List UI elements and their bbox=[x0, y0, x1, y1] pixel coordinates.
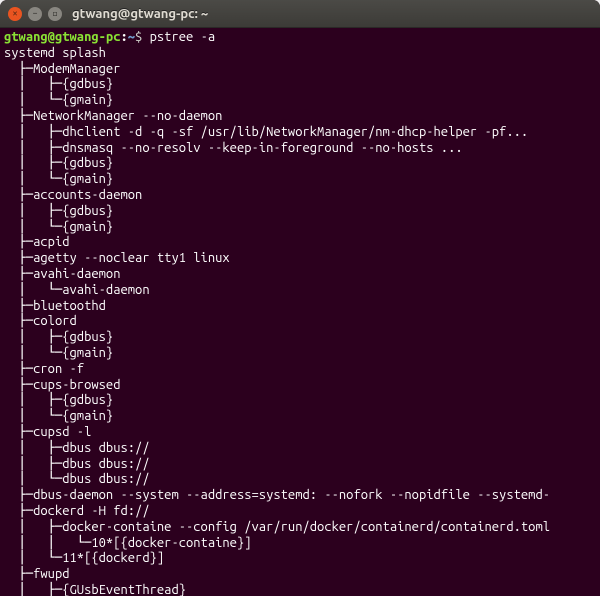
close-icon[interactable]: × bbox=[8, 7, 22, 21]
window-title: gtwang@gtwang-pc: ~ bbox=[72, 7, 208, 21]
terminal-body[interactable]: gtwang@gtwang-pc:~$ pstree -a systemd sp… bbox=[0, 28, 600, 596]
prompt-symbol: $ bbox=[135, 30, 150, 44]
pstree-output: systemd splash ├─ModemManager │ ├─{gdbus… bbox=[4, 46, 550, 596]
prompt-userhost: gtwang@gtwang-pc bbox=[4, 30, 120, 44]
titlebar[interactable]: × – ▫ gtwang@gtwang-pc: ~ bbox=[0, 0, 600, 28]
prompt-path: ~ bbox=[128, 30, 135, 44]
terminal-window: × – ▫ gtwang@gtwang-pc: ~ gtwang@gtwang-… bbox=[0, 0, 600, 596]
command-text: pstree -a bbox=[150, 30, 216, 44]
window-controls: × – ▫ bbox=[8, 7, 62, 21]
prompt-colon: : bbox=[120, 30, 127, 44]
minimize-icon[interactable]: – bbox=[28, 7, 42, 21]
maximize-icon[interactable]: ▫ bbox=[48, 7, 62, 21]
